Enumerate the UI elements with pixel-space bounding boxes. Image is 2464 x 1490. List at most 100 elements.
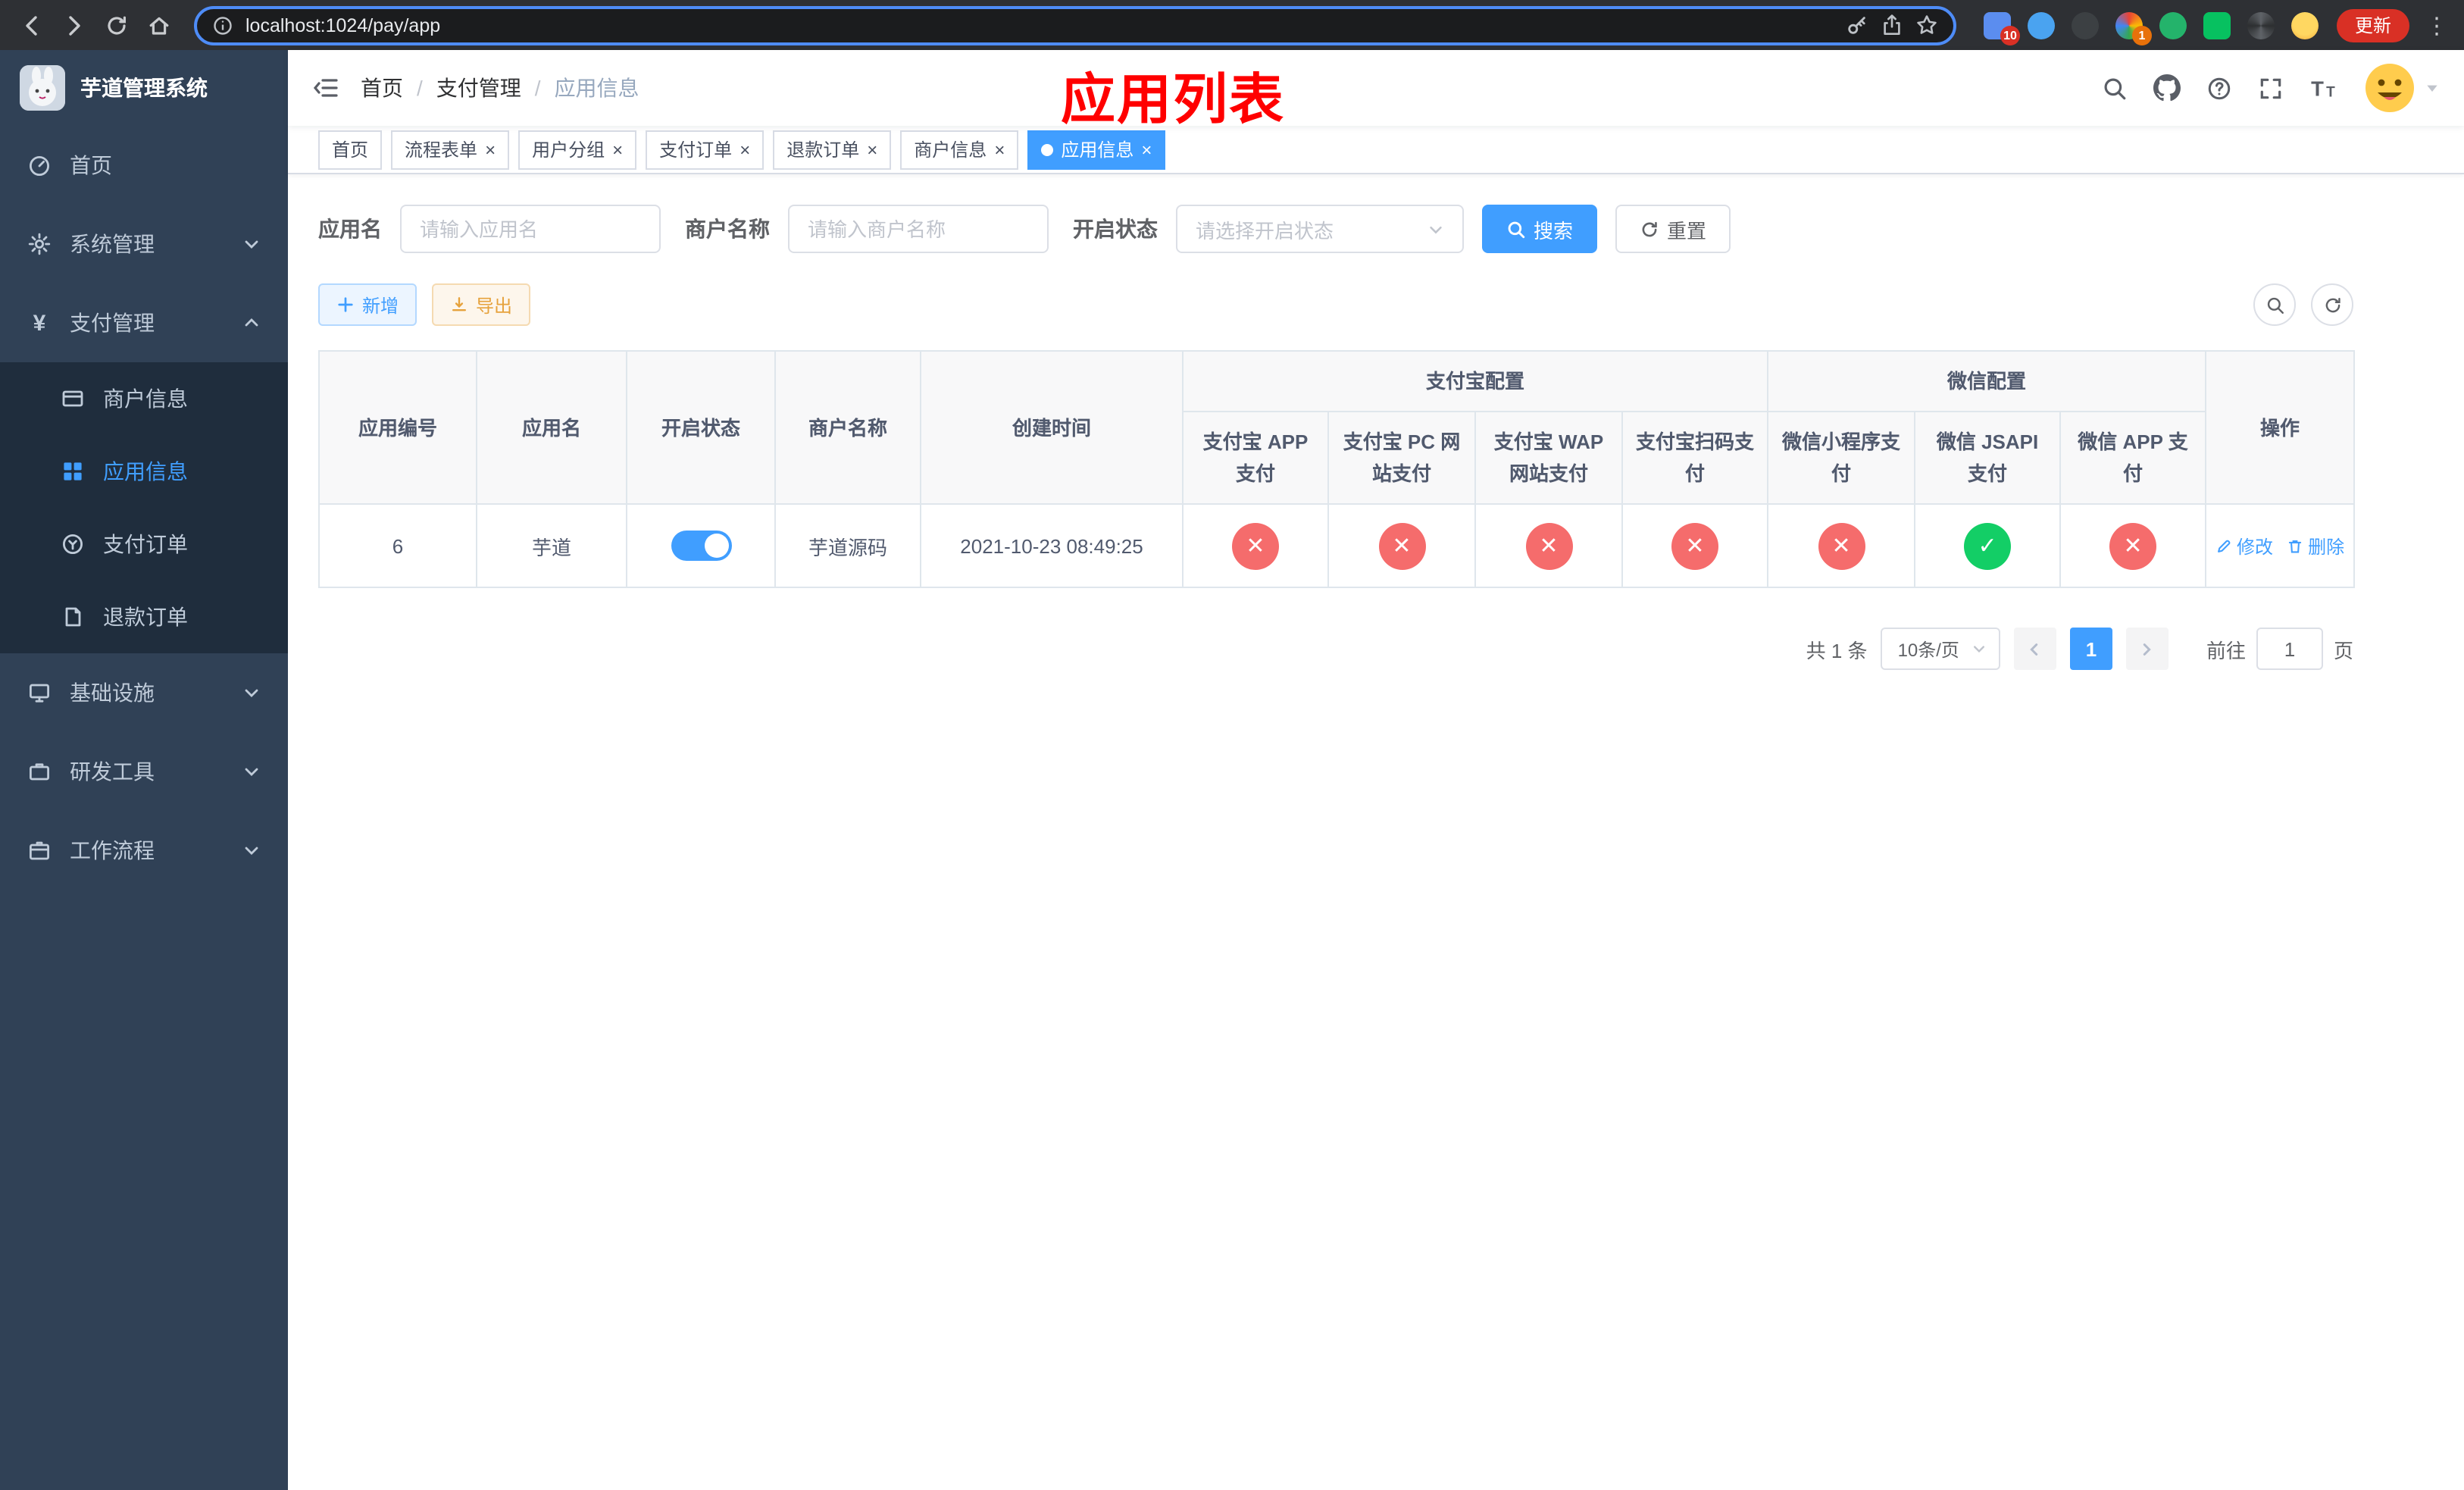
- github-icon[interactable]: [2153, 74, 2181, 102]
- merchant-name-input[interactable]: [808, 218, 1029, 240]
- extension-icon[interactable]: [2203, 11, 2231, 39]
- extension-icon[interactable]: [2247, 11, 2275, 39]
- tab-close-icon[interactable]: ×: [612, 140, 623, 158]
- browser-update-button[interactable]: 更新: [2336, 8, 2409, 42]
- font-size-icon[interactable]: TT: [2309, 75, 2338, 101]
- sidebar-item-refund-order[interactable]: 退款订单: [0, 581, 288, 653]
- browser-menu-icon[interactable]: ⋮: [2422, 11, 2452, 39]
- sidebar-item-pay-order[interactable]: 支付订单: [0, 508, 288, 581]
- active-tab-dot: [1041, 143, 1054, 155]
- tab-close-icon[interactable]: ×: [867, 140, 877, 158]
- sidebar-item-label: 商户信息: [103, 387, 188, 411]
- tab-label: 支付订单: [659, 139, 733, 161]
- extension-icon[interactable]: [2159, 11, 2187, 39]
- tab-user-group[interactable]: 用户分组 ×: [518, 130, 637, 169]
- breadcrumb-item[interactable]: 首页: [361, 73, 403, 103]
- sidebar-item-infrastructure[interactable]: 基础设施: [0, 653, 288, 732]
- url-text[interactable]: localhost:1024/pay/app: [245, 14, 1834, 36]
- cell-status: [626, 503, 776, 588]
- search-icon[interactable]: [2102, 75, 2128, 101]
- tab-merchant-info[interactable]: 商户信息 ×: [900, 130, 1019, 169]
- site-info-icon[interactable]: [212, 14, 233, 36]
- status-circle: ✕: [1232, 522, 1279, 569]
- tab-process-form[interactable]: 流程表单 ×: [391, 130, 510, 169]
- goto-label: 前往: [2206, 639, 2246, 662]
- app-name-input[interactable]: [420, 218, 641, 240]
- status-select[interactable]: 请选择开启状态: [1176, 205, 1464, 253]
- fullscreen-icon[interactable]: [2258, 75, 2284, 101]
- back-icon[interactable]: [12, 5, 52, 45]
- user-avatar-menu[interactable]: [2364, 62, 2440, 114]
- tab-close-icon[interactable]: ×: [994, 140, 1005, 158]
- sidebar-item-app-info[interactable]: 应用信息: [0, 435, 288, 508]
- svg-text:T: T: [2326, 84, 2335, 100]
- tab-refund-order[interactable]: 退款订单 ×: [773, 130, 892, 169]
- toggle-search-button[interactable]: [2253, 283, 2296, 326]
- tab-label: 应用信息: [1061, 139, 1134, 161]
- tab-close-icon[interactable]: ×: [1141, 140, 1152, 158]
- bookmark-star-icon[interactable]: [1915, 14, 1938, 36]
- tab-app-info[interactable]: 应用信息 ×: [1027, 130, 1166, 169]
- status-switch[interactable]: [671, 531, 731, 561]
- document-icon: [61, 605, 85, 629]
- forward-icon[interactable]: [55, 5, 94, 45]
- url-bar[interactable]: localhost:1024/pay/app: [194, 5, 1956, 45]
- search-button-label: 搜索: [1534, 219, 1574, 242]
- filter-label-app-name: 应用名: [318, 217, 382, 241]
- dashboard-icon: [27, 153, 52, 177]
- edit-link[interactable]: 修改: [2215, 533, 2273, 559]
- delete-link[interactable]: 删除: [2287, 533, 2344, 559]
- sidebar-item-dev-tools[interactable]: 研发工具: [0, 732, 288, 811]
- next-page-button[interactable]: [2125, 628, 2169, 670]
- col-app-id: 应用编号: [318, 350, 477, 505]
- reset-button[interactable]: 重置: [1615, 205, 1731, 253]
- sidebar-item-merchant-info[interactable]: 商户信息: [0, 362, 288, 435]
- sidebar-item-payment[interactable]: ¥ 支付管理: [0, 283, 288, 362]
- sidebar-item-workflow[interactable]: 工作流程: [0, 811, 288, 890]
- search-button[interactable]: 搜索: [1482, 205, 1598, 253]
- refresh-table-button[interactable]: [2311, 283, 2353, 326]
- extension-icon[interactable]: [2071, 11, 2099, 39]
- tab-home[interactable]: 首页: [318, 130, 383, 169]
- filter-label-status: 开启状态: [1073, 217, 1158, 241]
- tab-label: 用户分组: [532, 139, 605, 161]
- reset-button-label: 重置: [1667, 219, 1707, 242]
- tab-pay-order[interactable]: 支付订单 ×: [646, 130, 765, 169]
- extension-badge: 10: [2000, 25, 2020, 45]
- sidebar-item-system[interactable]: 系统管理: [0, 205, 288, 283]
- home-icon[interactable]: [139, 5, 179, 45]
- sidebar: 芋道管理系统 首页 系统管理 ¥ 支付管理 商户信息 应用信息 支付订单 退款订…: [0, 50, 288, 1490]
- caret-down-icon: [2425, 80, 2440, 95]
- prev-page-button[interactable]: [2013, 628, 2056, 670]
- goto-page-input[interactable]: [2256, 628, 2323, 670]
- edit-link-label: 修改: [2237, 536, 2274, 557]
- sidebar-item-home[interactable]: 首页: [0, 126, 288, 205]
- page-number-button[interactable]: 1: [2069, 628, 2112, 670]
- add-button[interactable]: 新增: [318, 283, 417, 326]
- tab-close-icon[interactable]: ×: [740, 140, 750, 158]
- tags-view: 首页 流程表单 × 用户分组 × 支付订单 × 退款订单 × 商户信息 × 应用…: [288, 126, 2464, 174]
- hamburger-icon[interactable]: [312, 74, 339, 102]
- extension-icon[interactable]: 1: [2115, 11, 2152, 45]
- col-alipay-app: 支付宝 APP 支付: [1182, 411, 1329, 505]
- svg-text:T: T: [2311, 77, 2324, 100]
- sidebar-logo[interactable]: 芋道管理系统: [0, 50, 288, 126]
- top-navbar: 首页 / 支付管理 / 应用信息 应用列表 T T: [288, 50, 2464, 130]
- breadcrumb-item[interactable]: 支付管理: [436, 73, 521, 103]
- app-table: 应用编号 应用名 开启状态 商户名称 创建时间 支付宝配置 微信配置 操作 支付…: [318, 350, 2356, 588]
- share-icon[interactable]: [1881, 14, 1903, 36]
- extension-icon[interactable]: 10: [1983, 11, 2020, 45]
- cell-merchant: 芋道源码: [774, 503, 921, 588]
- tab-close-icon[interactable]: ×: [485, 140, 496, 158]
- sidebar-item-label: 工作流程: [70, 838, 155, 862]
- help-icon[interactable]: [2206, 75, 2232, 101]
- password-key-icon[interactable]: [1846, 14, 1868, 36]
- chevron-down-icon: [1972, 641, 1987, 656]
- screen: localhost:1024/pay/app 10 1 更新 ⋮ 芋道管理系统 …: [0, 0, 2464, 1490]
- sidebar-item-label: 首页: [70, 153, 112, 177]
- page-size-select[interactable]: 10条/页: [1881, 628, 2000, 670]
- extension-icon[interactable]: [2027, 11, 2055, 39]
- reload-icon[interactable]: [97, 5, 136, 45]
- extension-icon[interactable]: [2290, 11, 2319, 39]
- export-button[interactable]: 导出: [432, 283, 531, 326]
